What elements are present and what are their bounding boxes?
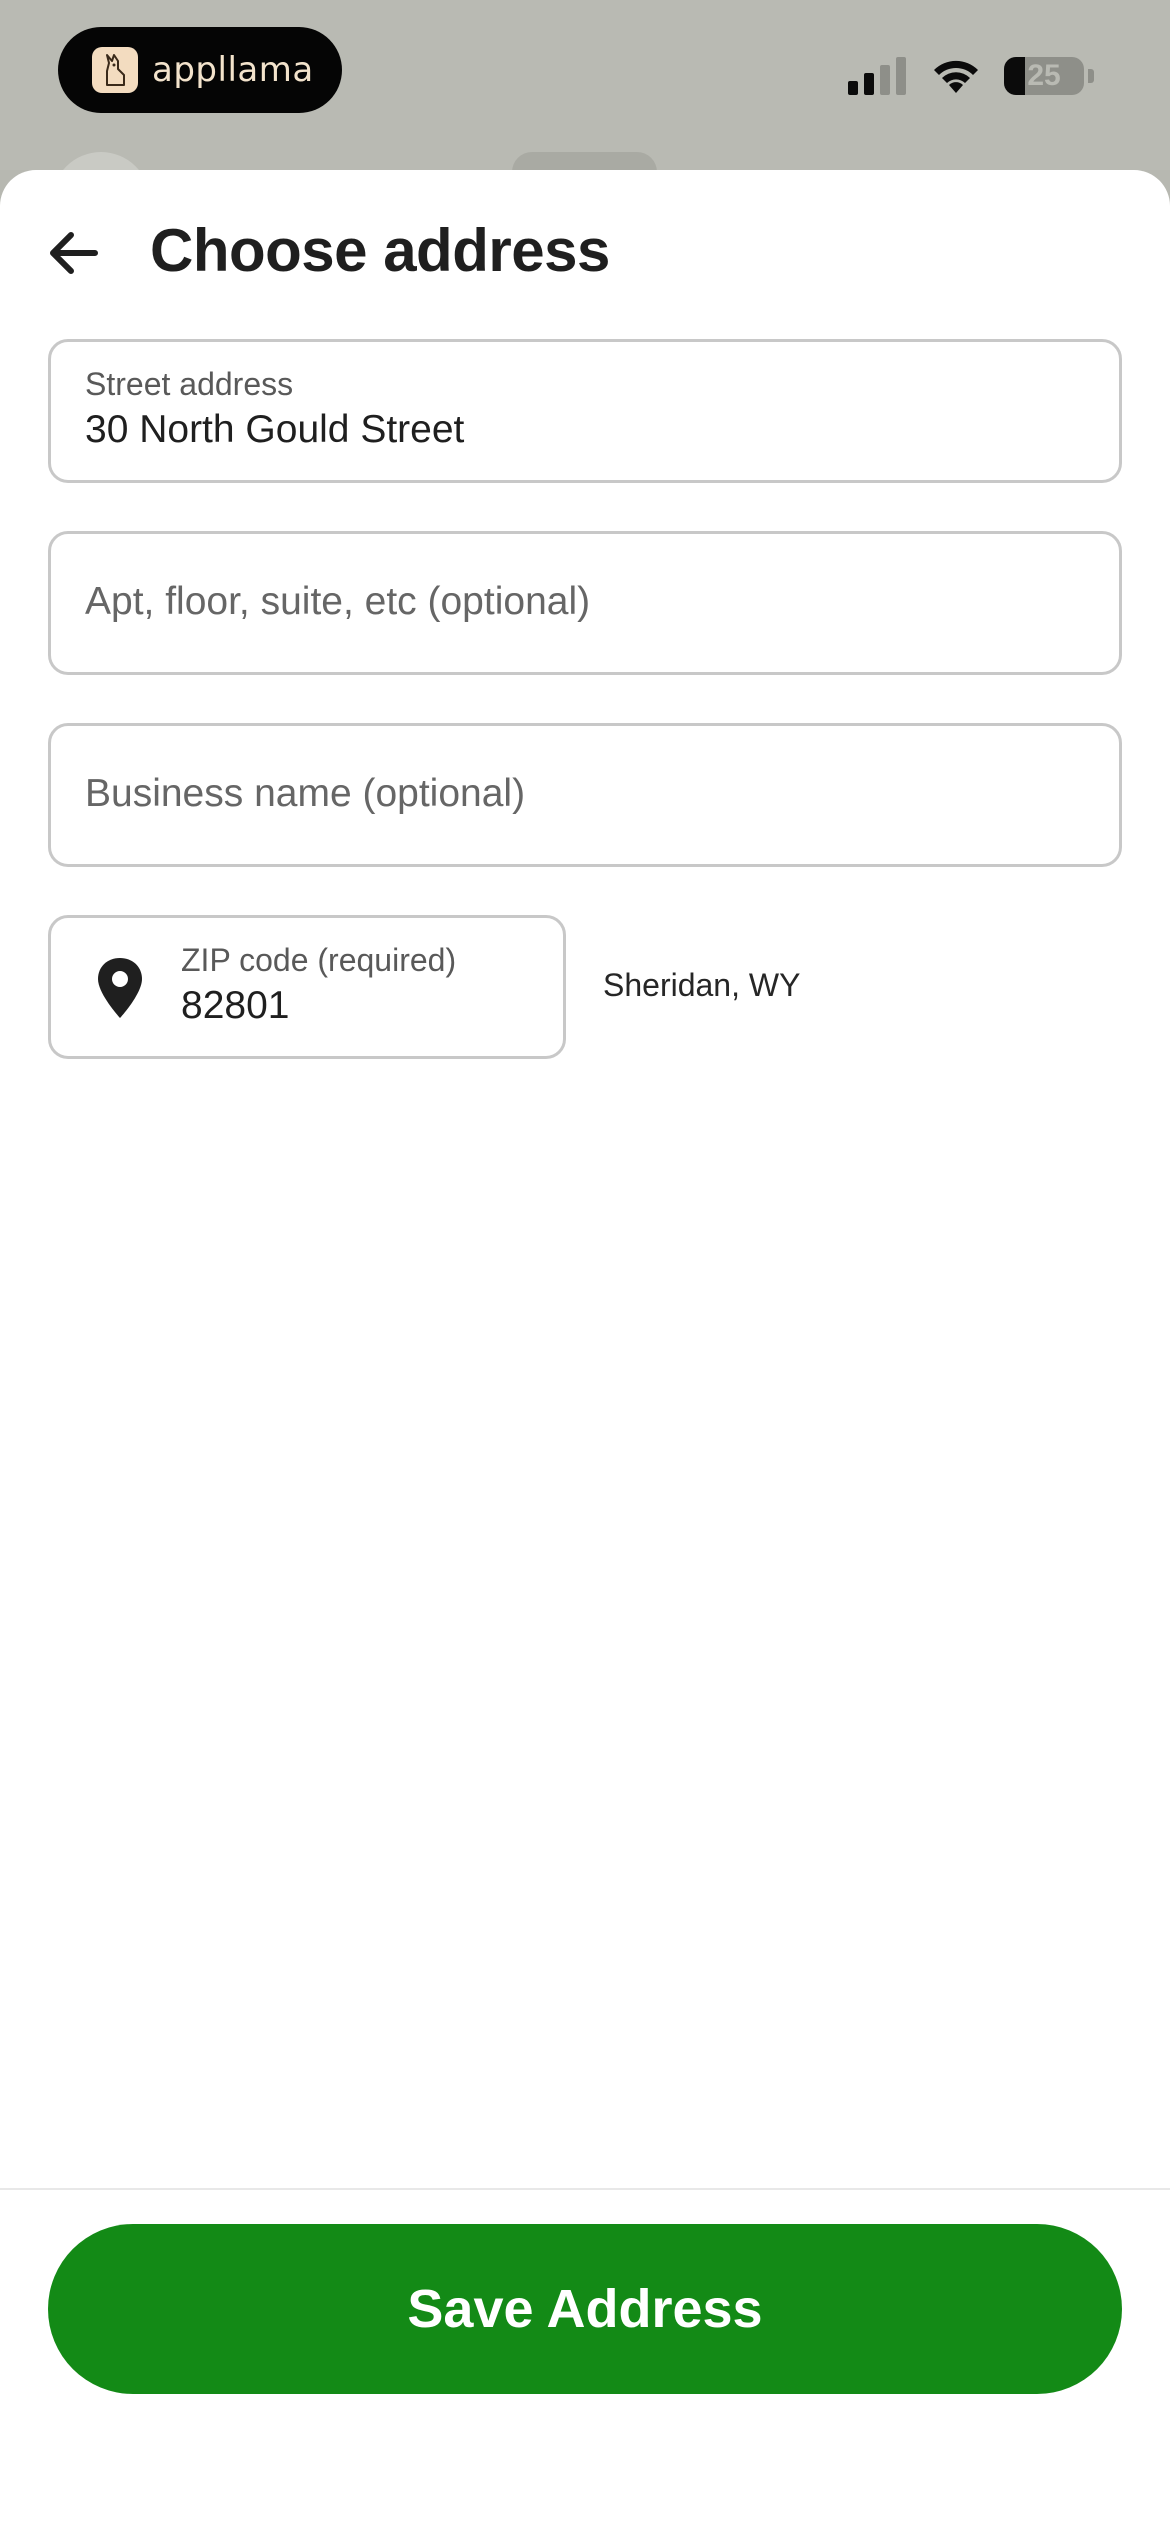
location-pin-icon <box>98 958 142 1018</box>
city-state-text: Sheridan, WY <box>603 967 801 1003</box>
street-address-field[interactable]: Street address 30 North Gould Street <box>48 339 1122 483</box>
footer-divider <box>0 2188 1170 2190</box>
business-name-field[interactable]: Business name (optional) <box>48 723 1122 867</box>
street-address-label: Street address <box>85 366 294 402</box>
arrow-left-icon <box>50 232 98 274</box>
battery-icon: 25 <box>1004 57 1084 95</box>
sheet-header: Choose address <box>0 170 1170 335</box>
battery-percent: 25 <box>1027 59 1061 92</box>
zip-code-value[interactable]: 82801 <box>181 984 289 1028</box>
app-badge: appllama <box>58 27 342 113</box>
apt-placeholder[interactable]: Apt, floor, suite, etc (optional) <box>85 580 590 624</box>
battery-cap <box>1088 69 1094 83</box>
street-address-value[interactable]: 30 North Gould Street <box>85 408 464 452</box>
zip-code-field[interactable]: ZIP code (required) 82801 <box>48 915 566 1059</box>
save-address-button[interactable]: Save Address <box>48 2224 1122 2394</box>
zip-code-label: ZIP code (required) <box>181 942 457 978</box>
wifi-icon <box>934 60 978 93</box>
status-bar: appllama 25 <box>0 0 1170 250</box>
status-icons: 25 <box>848 52 1094 100</box>
app-name: appllama <box>152 50 314 90</box>
business-name-placeholder[interactable]: Business name (optional) <box>85 772 525 816</box>
back-button[interactable] <box>40 220 106 286</box>
signal-icon <box>848 57 906 95</box>
address-sheet: Choose address Street address 30 North G… <box>0 170 1170 2532</box>
page-title: Choose address <box>150 217 610 284</box>
apt-field[interactable]: Apt, floor, suite, etc (optional) <box>48 531 1122 675</box>
llama-logo-icon <box>92 47 138 93</box>
